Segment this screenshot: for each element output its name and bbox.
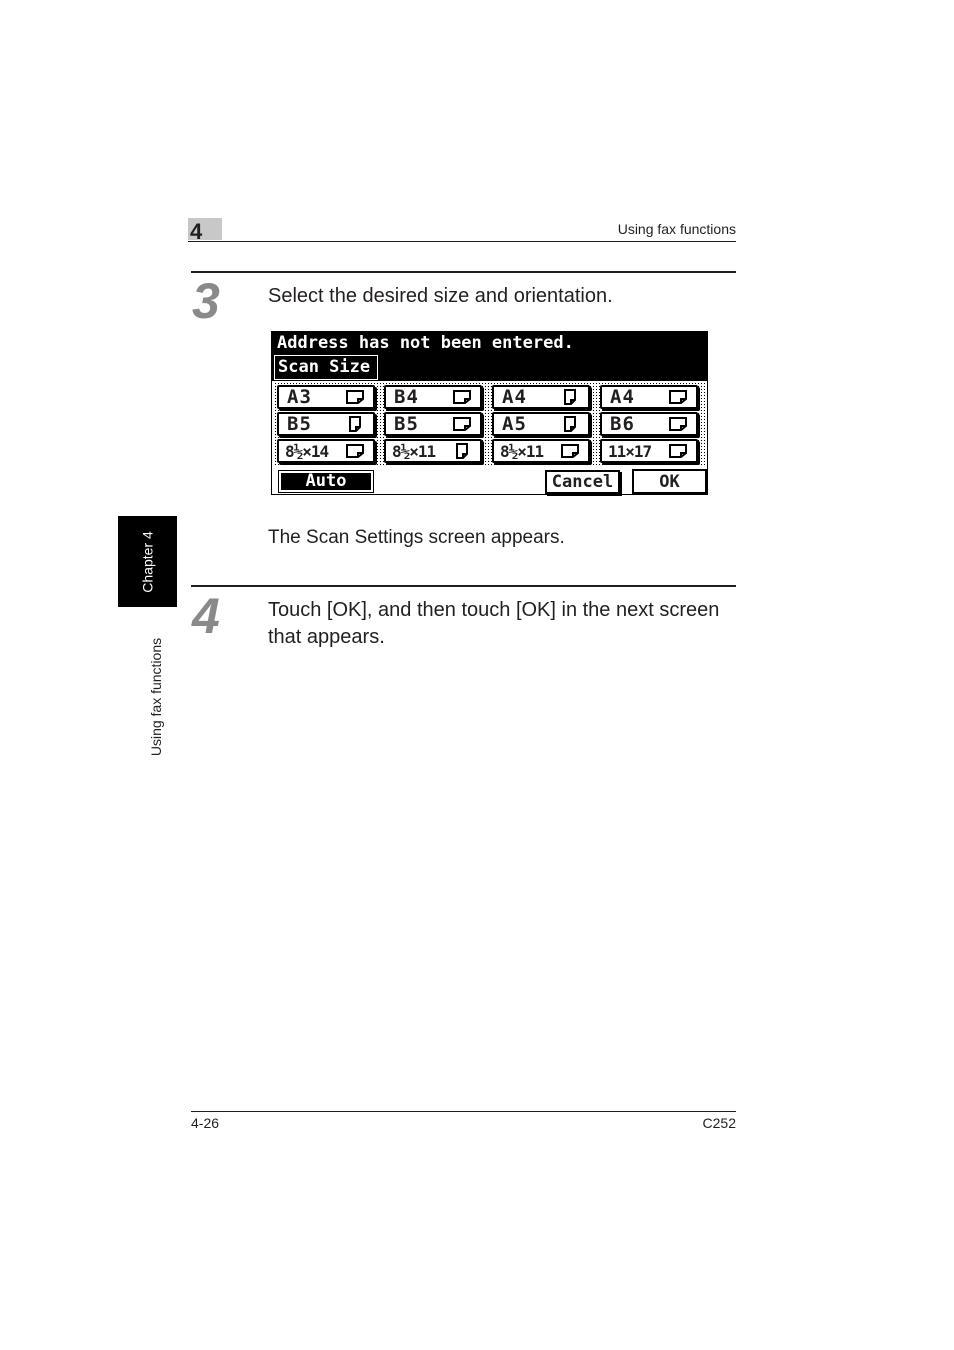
landscape-icon <box>453 417 471 431</box>
size-button-b4-landscape[interactable]: B4 <box>384 385 482 409</box>
size-label: 8½×11 <box>392 442 436 461</box>
size-label: B4 <box>394 386 419 408</box>
step-4-instruction: Touch [OK], and then touch [OK] in the n… <box>268 599 720 648</box>
size-button-8-5x11-portrait[interactable]: 8½×11 <box>384 439 482 463</box>
footer-rule <box>191 1111 736 1112</box>
size-button-b5-portrait[interactable]: B5 <box>277 412 375 436</box>
size-label: A4 <box>502 386 527 408</box>
size-label: A3 <box>287 386 312 408</box>
model-name: C252 <box>702 1115 736 1131</box>
landscape-icon <box>669 390 687 404</box>
size-label: B5 <box>287 413 312 435</box>
portrait-icon <box>564 416 576 432</box>
step-3-rule <box>191 271 736 273</box>
page-number: 4-26 <box>191 1115 220 1131</box>
size-button-a4-portrait[interactable]: A4 <box>492 385 590 409</box>
landscape-icon <box>669 444 687 458</box>
size-button-a3-landscape[interactable]: A3 <box>277 385 375 409</box>
size-button-11x17-landscape[interactable]: 11×17 <box>600 439 698 463</box>
size-button-8-5x14-landscape[interactable]: 8½×14 <box>277 439 375 463</box>
side-tab-section: Using fax functions <box>118 622 194 772</box>
step-4-number: 4 <box>192 588 220 644</box>
side-tab-section-label: Using fax functions <box>148 637 165 757</box>
size-label: 8½×14 <box>285 442 329 461</box>
portrait-icon <box>456 443 468 459</box>
landscape-icon <box>453 390 471 404</box>
side-tab-chapter: Chapter 4 <box>118 516 177 607</box>
size-label: B6 <box>610 413 635 435</box>
portrait-icon <box>349 416 361 432</box>
size-button-8-5x11-landscape[interactable]: 8½×11 <box>492 439 590 463</box>
landscape-icon <box>346 390 364 404</box>
ok-button[interactable]: OK <box>632 469 707 494</box>
side-tab-chapter-label: Chapter 4 <box>139 530 156 593</box>
running-header-title: Using fax functions <box>617 221 736 237</box>
step-3-instruction: Select the desired size and orientation. <box>268 285 613 307</box>
step-3-note: The Scan Settings screen appears. <box>268 527 565 548</box>
landscape-icon <box>561 444 579 458</box>
scan-size-tab[interactable]: Scan Size <box>274 355 378 380</box>
step-4-rule <box>191 585 736 587</box>
scan-size-screen: Address has not been entered. Scan Size … <box>271 331 708 495</box>
size-label: 8½×11 <box>500 442 544 461</box>
size-label: A4 <box>610 386 635 408</box>
screen-message: Address has not been entered. <box>277 333 574 353</box>
portrait-icon <box>564 389 576 405</box>
landscape-icon <box>669 417 687 431</box>
header-rule <box>188 241 736 242</box>
screen-message-bar: Address has not been entered. Scan Size <box>272 332 707 381</box>
size-button-grid: A3 B4 A4 A4 B5 B5 A5 B6 8½×14 8½×11 8½×1… <box>274 382 705 466</box>
step-3-number: 3 <box>192 273 220 329</box>
size-button-a4-landscape[interactable]: A4 <box>600 385 698 409</box>
size-label: 11×17 <box>608 442 652 461</box>
size-button-b5-landscape[interactable]: B5 <box>384 412 482 436</box>
size-button-a5-portrait[interactable]: A5 <box>492 412 590 436</box>
cancel-button[interactable]: Cancel <box>545 470 620 494</box>
landscape-icon <box>346 444 364 458</box>
size-label: A5 <box>502 413 527 435</box>
size-label: B5 <box>394 413 419 435</box>
size-button-b6-landscape[interactable]: B6 <box>600 412 698 436</box>
auto-button[interactable]: Auto <box>278 470 374 493</box>
